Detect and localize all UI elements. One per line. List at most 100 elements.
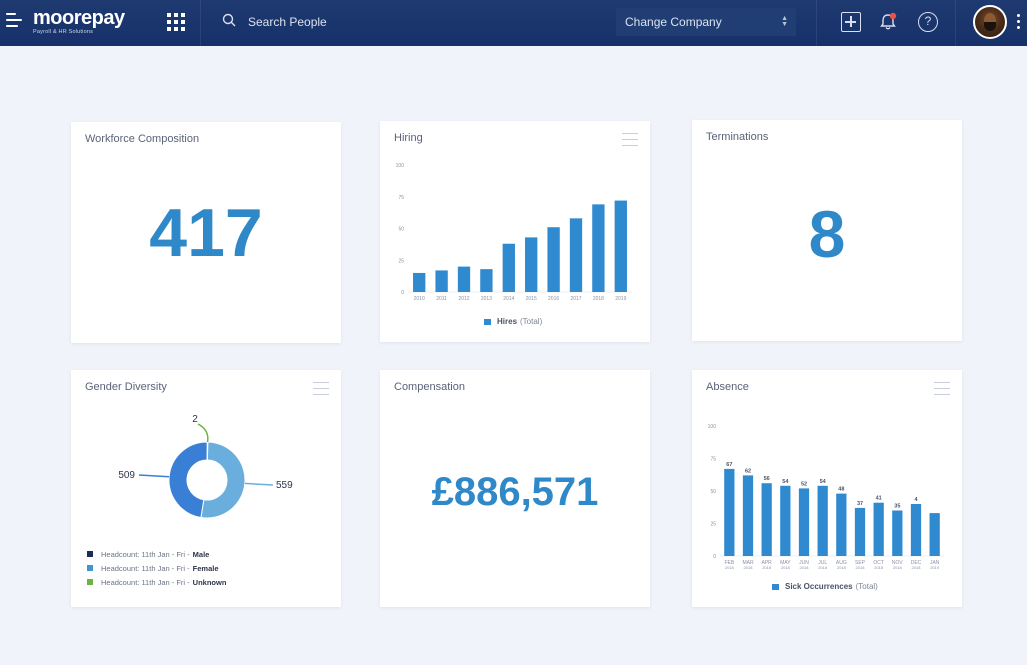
workforce-composition-card[interactable]: Workforce Composition 417 xyxy=(71,122,341,343)
bar-2014 xyxy=(502,243,515,292)
workforce-count: 417 xyxy=(149,195,263,271)
bar-2016 xyxy=(547,227,560,292)
data-label: 54 xyxy=(782,479,789,485)
hamburger-menu-icon[interactable] xyxy=(6,13,22,29)
legend-label: Hires xyxy=(497,317,518,326)
kebab-menu-icon[interactable] xyxy=(1017,14,1021,32)
top-navigation-bar: moorepay Payroll & HR Solutions Change C… xyxy=(0,0,1027,46)
notification-badge xyxy=(889,12,897,20)
bar-feb xyxy=(724,468,735,556)
x-tick-year: 2018 xyxy=(800,565,810,570)
data-label: 52 xyxy=(801,481,807,487)
bar-2010 xyxy=(413,272,426,292)
legend-label: Unknown xyxy=(192,577,227,587)
x-tick-year: 2018 xyxy=(744,565,754,570)
x-tick-label: 2011 xyxy=(436,296,447,302)
bar-mar xyxy=(742,475,754,556)
y-tick-label: 0 xyxy=(713,554,716,560)
search-input[interactable] xyxy=(248,13,448,31)
y-tick-label: 100 xyxy=(708,424,717,430)
bar-2012 xyxy=(457,266,471,292)
bar-2017 xyxy=(569,218,583,292)
divider xyxy=(816,0,817,46)
hiring-chart: 0 25 50 75 100 2010 2011 2012 2013 2014 2015 2016 20… xyxy=(396,163,632,302)
x-tick-label: 2013 xyxy=(481,296,492,302)
data-label: 48 xyxy=(838,487,844,493)
bar-2018 xyxy=(592,204,605,292)
legend-suffix: (Total) xyxy=(520,317,543,326)
slice-male xyxy=(168,441,208,519)
bar-dec xyxy=(910,504,922,556)
x-tick-year: 2018 xyxy=(856,565,866,570)
y-tick-label: 50 xyxy=(398,227,404,233)
data-label: 62 xyxy=(745,468,751,474)
logo-text: moorepay xyxy=(33,7,125,29)
terminations-count: 8 xyxy=(808,197,846,271)
company-select-label: Change Company xyxy=(625,15,722,29)
data-label: 56 xyxy=(764,476,770,482)
y-tick-label: 50 xyxy=(710,489,716,495)
select-arrows-icon: ▲ ▼ xyxy=(781,15,788,28)
absence-card[interactable]: Absence 0 25 50 75 100 FEB 2018 67 MAR 2018 62 APR 2… xyxy=(692,370,962,607)
compensation-card[interactable]: Compensation £886,571 xyxy=(380,370,650,607)
change-company-select[interactable]: Change Company ▲ ▼ xyxy=(616,8,796,36)
legend-swatch xyxy=(87,551,93,557)
terminations-card[interactable]: Terminations 8 xyxy=(692,120,962,341)
data-label-unknown: 2 xyxy=(192,414,198,425)
legend-prefix: Headcount: 11th Jan - Fri - xyxy=(101,563,190,573)
x-tick-label: 2017 xyxy=(570,296,581,302)
x-tick-label: 2015 xyxy=(526,296,537,302)
connector-line xyxy=(138,474,170,478)
chart-legend[interactable]: Sick Occurrences (Total) xyxy=(772,582,878,591)
x-tick-year: 2018 xyxy=(912,565,922,570)
x-tick-year: 2018 xyxy=(762,565,772,570)
y-tick-label: 100 xyxy=(396,163,405,169)
y-tick-label: 0 xyxy=(401,290,404,296)
y-tick-label: 75 xyxy=(710,457,716,463)
legend-label: Female xyxy=(192,563,219,573)
bar-aug xyxy=(836,493,847,556)
legend-item-unknown[interactable]: Headcount: 11th Jan - Fri - Unknown xyxy=(87,575,226,589)
gender-legend: Headcount: 11th Jan - Fri - Male Headcou… xyxy=(87,547,226,589)
x-tick-label: 2018 xyxy=(593,296,604,302)
bar-nov xyxy=(892,510,903,556)
connector-line xyxy=(197,423,209,443)
apps-grid-icon[interactable] xyxy=(167,13,185,31)
connector-line xyxy=(244,482,274,486)
legend-item-female[interactable]: Headcount: 11th Jan - Fri - Female xyxy=(87,561,226,575)
avatar[interactable] xyxy=(973,5,1007,39)
card-title: Compensation xyxy=(394,381,465,393)
chart-legend[interactable]: Hires (Total) xyxy=(484,317,542,326)
bar-jan xyxy=(929,513,940,556)
help-icon[interactable]: ? xyxy=(918,12,938,32)
logo[interactable]: moorepay Payroll & HR Solutions xyxy=(33,8,125,35)
gender-diversity-card[interactable]: Gender Diversity 559 509 2 Headcount: 11th… xyxy=(71,370,341,607)
legend-suffix: (Total) xyxy=(855,582,878,591)
data-label: 4 xyxy=(914,497,918,503)
data-label: 41 xyxy=(876,496,882,502)
bar-jun xyxy=(798,488,810,556)
legend-label: Male xyxy=(192,549,210,559)
x-tick-label: 2016 xyxy=(548,296,559,302)
x-tick-label: 2019 xyxy=(615,296,626,302)
legend-swatch xyxy=(87,565,93,571)
hiring-card[interactable]: Hiring 0 25 50 75 100 2010 2011 2012 2013 2014 201… xyxy=(380,121,650,342)
card-title: Workforce Composition xyxy=(85,133,200,145)
x-tick-label: 2014 xyxy=(503,296,514,302)
bar-2013 xyxy=(480,269,493,292)
bar-2019 xyxy=(614,200,627,292)
bar-sep xyxy=(854,507,866,556)
divider xyxy=(955,0,956,46)
divider xyxy=(200,0,201,46)
legend-label: Sick Occurrences xyxy=(785,582,853,591)
legend-item-male[interactable]: Headcount: 11th Jan - Fri - Male xyxy=(87,547,226,561)
compensation-total: £886,571 xyxy=(431,470,599,514)
search-icon[interactable] xyxy=(222,13,236,27)
x-tick-year: 2019 xyxy=(930,565,940,570)
bell-icon[interactable] xyxy=(878,12,898,32)
legend-prefix: Headcount: 11th Jan - Fri - xyxy=(101,549,190,559)
add-box-icon[interactable] xyxy=(841,12,861,32)
x-tick-year: 2018 xyxy=(893,565,903,570)
absence-chart: 0255075100FEB201867MAR201862APR201856MAY… xyxy=(708,424,944,570)
data-label-male: 509 xyxy=(118,470,135,481)
